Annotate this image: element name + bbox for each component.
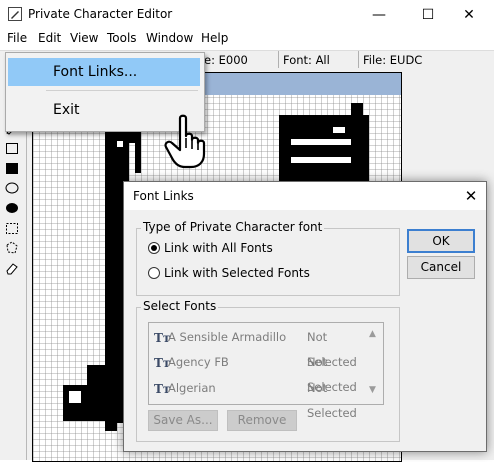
title-bar: Private Character Editor — ☐ ✕ <box>0 0 494 30</box>
file-status: File: EUDC <box>358 51 493 69</box>
hollow-rectangle-tool-icon[interactable] <box>4 140 20 156</box>
menu-file[interactable]: File <box>7 31 27 45</box>
font-name: Agency FB <box>168 355 229 369</box>
font-type-group-label: Type of Private Character font <box>141 220 325 234</box>
font-list-scrollbar[interactable]: ▲ ▼ <box>364 323 381 402</box>
menu-edit[interactable]: Edit <box>38 31 61 45</box>
freeform-select-tool-icon[interactable] <box>4 240 20 256</box>
link-all-fonts-radio[interactable] <box>148 242 160 254</box>
link-selected-fonts-radio[interactable] <box>148 267 160 279</box>
eraser-tool-icon[interactable] <box>4 260 20 276</box>
menu-view[interactable]: View <box>70 31 98 45</box>
menu-bar: File Edit View Tools Window Help <box>0 30 494 48</box>
close-button[interactable]: ✕ <box>446 0 492 30</box>
dialog-close-button[interactable]: ✕ <box>462 187 480 205</box>
ok-button[interactable]: OK <box>407 229 475 253</box>
menu-item-exit-label: Exit <box>53 102 80 118</box>
font-selection-status: Not Selected <box>307 381 357 420</box>
menu-tools[interactable]: Tools <box>107 31 137 45</box>
menu-item-font-links-label: Font Links... <box>53 64 138 80</box>
link-all-fonts-label[interactable]: Link with All Fonts <box>164 241 273 255</box>
menu-separator <box>46 90 198 91</box>
dialog-title: Font Links <box>133 189 194 203</box>
pencil-app-icon <box>8 7 22 21</box>
hollow-ellipse-tool-icon[interactable] <box>4 180 20 196</box>
window-title: Private Character Editor <box>28 7 173 21</box>
menu-item-font-links[interactable]: Font Links... <box>8 58 200 86</box>
filled-ellipse-tool-icon[interactable] <box>4 200 20 216</box>
font-links-dialog: Font Links ✕ Type of Private Character f… <box>123 181 487 452</box>
remove-button[interactable]: Remove <box>227 410 297 431</box>
font-type-groupbox <box>136 228 400 296</box>
minimize-button[interactable]: — <box>356 0 402 30</box>
save-as-button[interactable]: Save As... <box>148 410 218 431</box>
list-item[interactable]: Tт Algerian Not Selected <box>152 376 362 420</box>
char-code-status: e: E000 <box>204 53 248 67</box>
font-name: A Sensible Armadillo <box>168 330 287 344</box>
list-item[interactable]: Tт A Sensible Armadillo Not Selected <box>152 325 362 369</box>
cancel-button[interactable]: Cancel <box>407 256 475 279</box>
font-name: Algerian <box>168 381 216 395</box>
select-fonts-group-label: Select Fonts <box>141 299 219 313</box>
maximize-button[interactable]: ☐ <box>405 0 451 30</box>
scroll-up-arrow-icon[interactable]: ▲ <box>364 329 381 339</box>
filled-rectangle-tool-icon[interactable] <box>4 160 20 176</box>
dialog-title-bar: Font Links ✕ <box>124 182 486 210</box>
rectangle-select-tool-icon[interactable] <box>4 220 20 236</box>
font-list[interactable]: Tт A Sensible Armadillo Not Selected Tт … <box>148 322 384 420</box>
font-status: Font: All <box>278 51 357 69</box>
radio-selected-dot <box>151 245 157 251</box>
list-item[interactable]: Tт Agency FB Not Selected <box>152 350 362 394</box>
link-selected-fonts-label[interactable]: Link with Selected Fonts <box>164 266 310 280</box>
scroll-down-arrow-icon[interactable]: ▼ <box>364 385 381 395</box>
hand-pointer-cursor-icon <box>162 114 208 170</box>
menu-window[interactable]: Window <box>146 31 193 45</box>
menu-help[interactable]: Help <box>201 31 228 45</box>
